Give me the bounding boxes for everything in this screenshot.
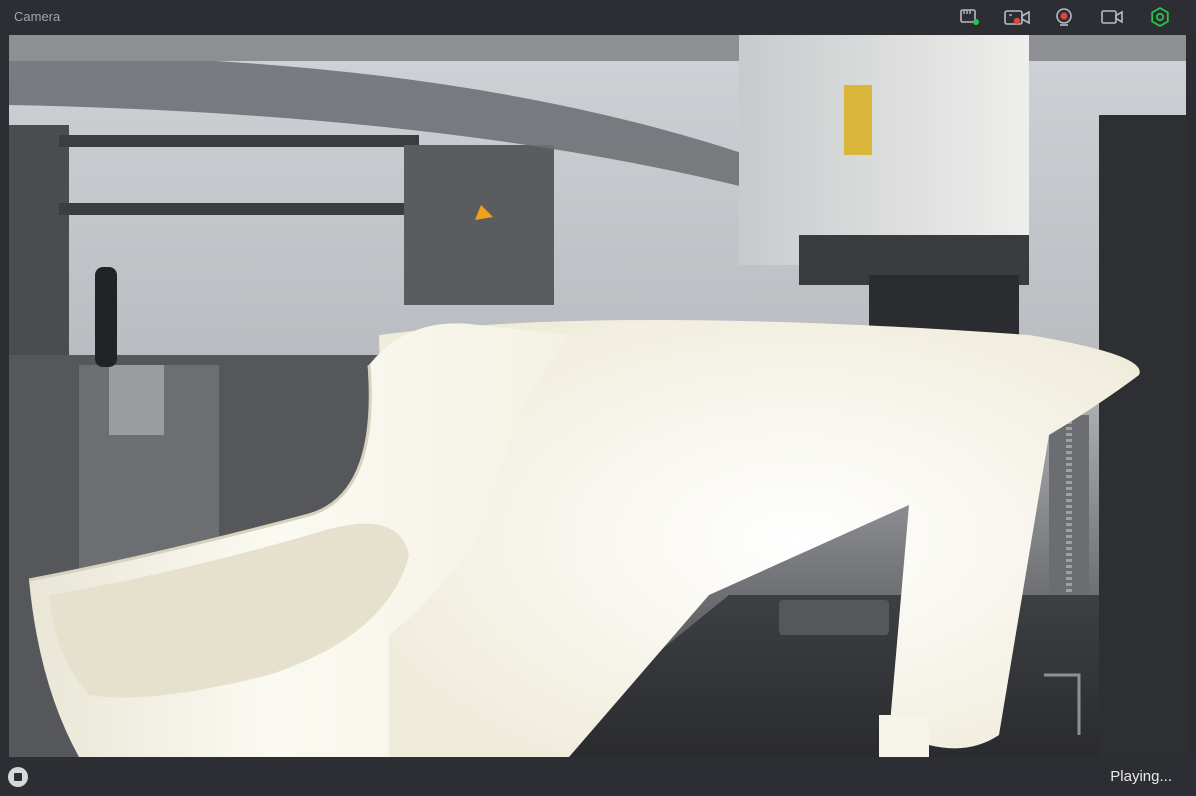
stop-button[interactable]: [8, 767, 28, 787]
window-title: Camera: [14, 9, 61, 24]
camera-frame-image: [9, 35, 1186, 757]
title-bar: Camera: [0, 0, 1196, 35]
timelapse-button[interactable]: [1002, 5, 1032, 29]
sd-card-icon: [960, 9, 979, 25]
video-button[interactable]: [1098, 5, 1126, 29]
settings-button[interactable]: [1147, 5, 1173, 29]
settings-gear-icon: [1151, 6, 1169, 28]
stop-icon: [14, 773, 22, 781]
video-camera-icon: [1101, 10, 1123, 24]
camera-feed: [9, 35, 1186, 757]
record-button[interactable]: [1051, 5, 1077, 29]
timelapse-camera-icon: [1004, 10, 1030, 25]
player-controls: Playing...: [0, 757, 1196, 796]
playback-status: Playing...: [1110, 768, 1172, 785]
record-icon: [1056, 8, 1072, 26]
sd-card-button[interactable]: [956, 5, 982, 29]
